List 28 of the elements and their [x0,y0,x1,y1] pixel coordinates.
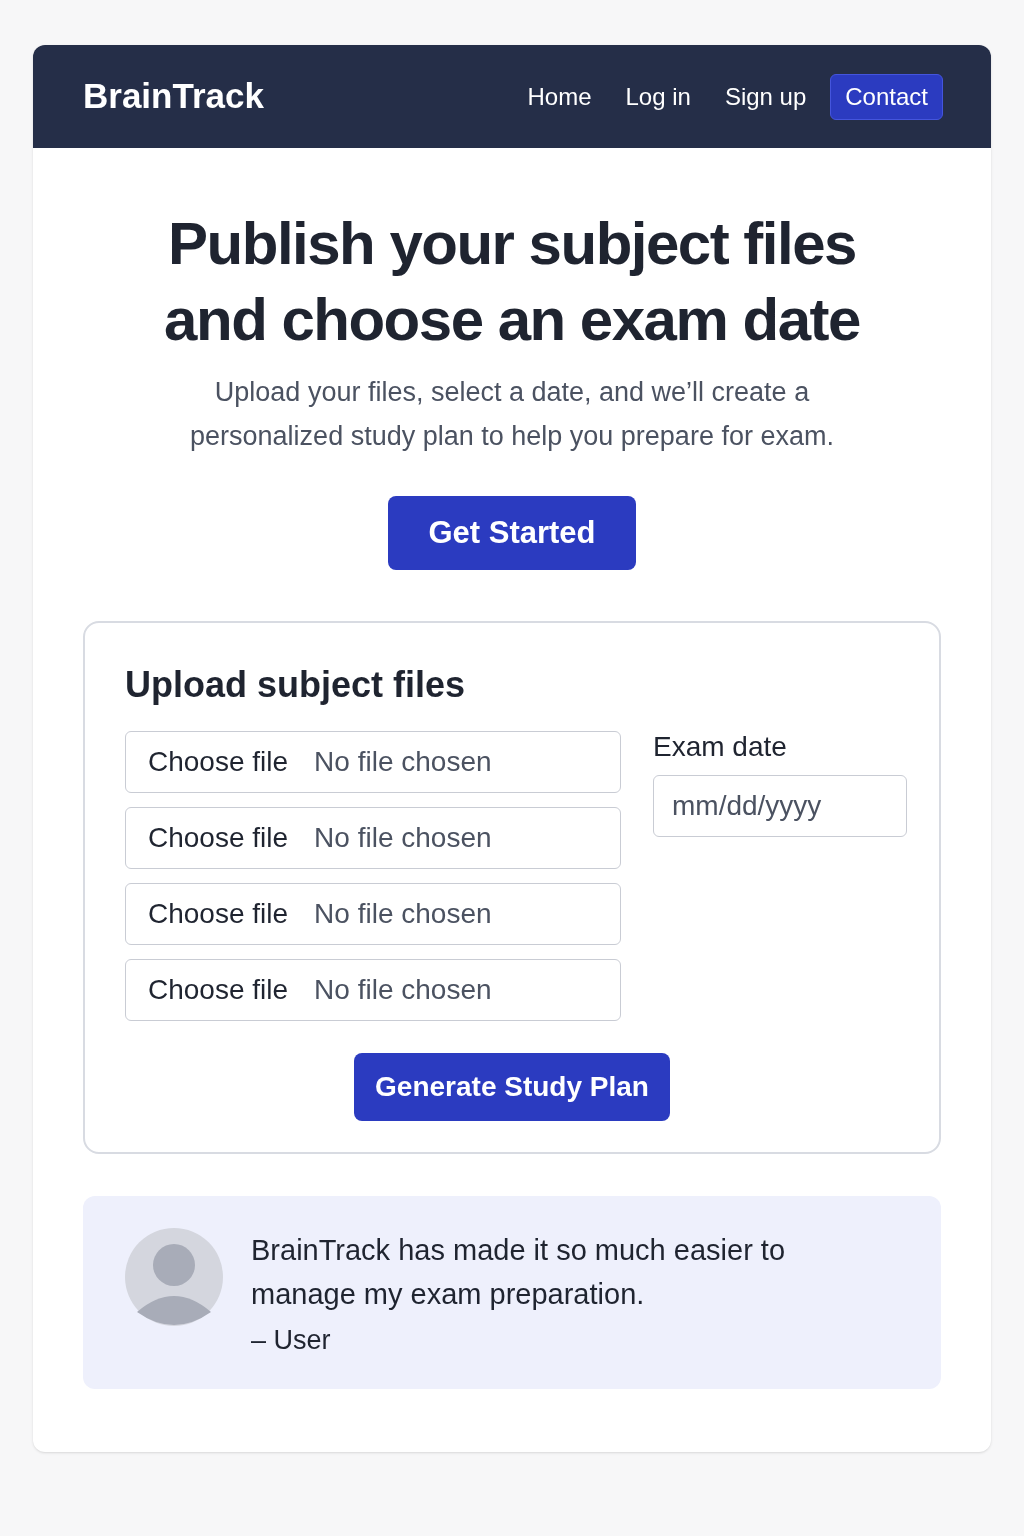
date-field[interactable]: mm/dd/yyyy [653,775,907,837]
file-input[interactable]: Choose file No file chosen [125,883,621,945]
upload-title: Upload subject files [125,663,467,707]
choose-file-button[interactable]: Choose file [148,893,289,935]
choose-file-button[interactable]: Choose file [148,741,289,783]
nav-link[interactable]: Log in [615,78,701,115]
choose-file-button[interactable]: Choose file [148,817,289,859]
contact-button[interactable]: Contact [830,73,943,120]
logo[interactable]: BrainTrack [83,70,264,123]
file-input[interactable]: Choose file No file chosen [125,959,621,1021]
testimonial-quote: BrainTrack has made it so much easier to manage my exam preparation. [251,1233,787,1312]
hero-title: Publish your subject files [168,209,856,279]
nav-link[interactable]: Sign up [714,78,817,115]
testimonial-author: – User [251,1324,332,1357]
nav-link[interactable]: Home [517,78,602,115]
hero-subtitle: Upload your files, select a date, and we’ll create a personalized study plan to help you prepare for exam. [189,376,835,453]
hero-title: and choose an exam date [164,285,860,355]
file-status: No file chosen [314,973,492,1007]
file-status: No file chosen [314,745,492,779]
exam-date-label: Exam date [653,733,788,761]
file-status: No file chosen [314,821,492,855]
file-input[interactable]: Choose file No file chosen [125,731,621,793]
file-input[interactable]: Choose file No file chosen [125,807,621,869]
get-started-button[interactable]: Get Started [388,496,636,570]
generate-plan-button[interactable]: Generate Study Plan [354,1053,670,1121]
avatar-icon [125,1228,223,1326]
choose-file-button[interactable]: Choose file [148,969,289,1011]
file-status: No file chosen [314,897,492,931]
